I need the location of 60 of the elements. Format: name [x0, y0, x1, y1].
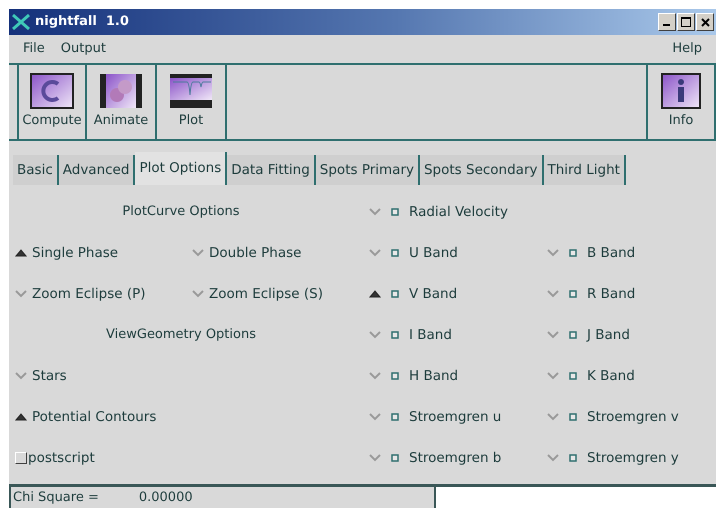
square-icon	[391, 248, 399, 257]
tab[interactable]: Third Light	[544, 155, 626, 186]
radio-option[interactable]: Zoom Eclipse (P)	[9, 284, 186, 304]
band-option[interactable]: Stroemgren b	[363, 448, 541, 468]
close-icon	[700, 18, 710, 26]
band-option[interactable]: Stroemgren v	[541, 406, 716, 427]
band-option[interactable]: B Band	[541, 242, 716, 263]
square-icon	[569, 290, 577, 298]
square-icon	[391, 290, 399, 298]
close-button[interactable]	[696, 13, 714, 31]
square-icon	[569, 412, 577, 421]
radio-option[interactable]: Single Phase	[9, 242, 186, 263]
band-option[interactable]: Radial Velocity	[363, 202, 541, 222]
band-option[interactable]: I Band	[363, 324, 541, 345]
menu-item[interactable]: Output	[52, 39, 114, 59]
square-icon	[391, 330, 399, 339]
status-label: Chi Square =	[13, 488, 99, 507]
square-icon	[569, 330, 577, 339]
menu-item[interactable]: File	[15, 39, 53, 59]
band-option[interactable]: Stroemgren u	[363, 406, 541, 427]
band-option[interactable]: J Band	[541, 324, 716, 345]
tab[interactable]: Plot Options	[135, 152, 228, 186]
menu-item[interactable]: Help	[664, 39, 710, 59]
band-option[interactable]: U Band	[363, 242, 541, 263]
status-value: 0.00000	[138, 488, 193, 507]
radio-option[interactable]: Double Phase	[186, 242, 363, 263]
checkbox-option[interactable]: postscript	[9, 448, 186, 468]
square-icon	[569, 372, 577, 380]
tab[interactable]: Advanced	[58, 155, 136, 186]
square-icon	[391, 454, 399, 462]
band-option[interactable]: K Band	[541, 366, 716, 386]
square-icon	[569, 454, 577, 462]
square-icon	[391, 372, 399, 380]
film-plot-icon	[169, 73, 213, 110]
tab[interactable]: Spots Primary	[316, 155, 420, 186]
letter-c-icon	[30, 73, 74, 110]
toolbar-button[interactable]: Info	[646, 65, 716, 139]
band-option[interactable]: R Band	[541, 284, 716, 304]
toolbar-button[interactable]: Compute	[17, 65, 87, 139]
radio-option[interactable]: Potential Contours	[9, 406, 186, 427]
square-icon	[569, 248, 577, 257]
section-heading: PlotCurve Options	[121, 203, 241, 221]
radio-option[interactable]: Zoom Eclipse (S)	[186, 284, 363, 304]
square-icon	[391, 412, 399, 421]
film-icon	[99, 73, 143, 110]
band-option[interactable]: Stroemgren y	[541, 448, 716, 468]
tab[interactable]: Basic	[13, 155, 59, 186]
minimize-button[interactable]	[658, 13, 676, 31]
square-icon	[391, 208, 399, 216]
section-heading: ViewGeometry Options	[105, 326, 257, 344]
info-icon	[661, 73, 701, 110]
logo-icon	[11, 12, 31, 31]
band-option[interactable]: H Band	[363, 366, 541, 386]
maximize-button[interactable]	[677, 13, 695, 31]
maximize-icon	[681, 17, 691, 27]
tab[interactable]: Spots Secondary	[420, 155, 544, 186]
band-option[interactable]: V Band	[363, 284, 541, 304]
window-title: nightfall 1.0	[35, 13, 129, 32]
radio-option[interactable]: Stars	[9, 366, 186, 386]
tab[interactable]: Data Fitting	[227, 155, 316, 186]
